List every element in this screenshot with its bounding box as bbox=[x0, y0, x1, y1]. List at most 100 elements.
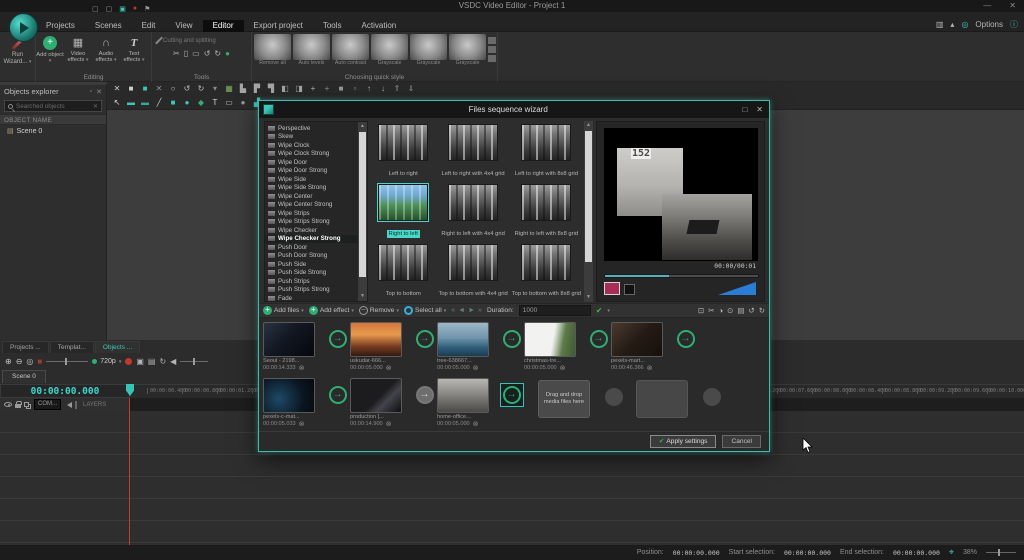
transition-push-side-strong[interactable]: Push Side Strong bbox=[265, 269, 367, 278]
transition-wipe-clock[interactable]: Wipe Clock bbox=[265, 141, 367, 150]
undo-icon[interactable]: ↺ bbox=[180, 82, 194, 96]
move-up-icon[interactable]: ↑ bbox=[362, 82, 376, 96]
line-icon[interactable]: ╱ bbox=[152, 96, 166, 110]
quick-style-grayscale[interactable]: Grayscale bbox=[449, 34, 486, 66]
quick-style-grayscale[interactable]: Grayscale bbox=[371, 34, 408, 66]
transition-arrow-icon[interactable]: → bbox=[416, 330, 434, 348]
apply-duration-icon[interactable]: ✔ bbox=[596, 306, 603, 315]
color-swatch-black[interactable] bbox=[624, 284, 635, 295]
preview-quality-select[interactable]: 720p ▾ bbox=[92, 358, 121, 365]
grid-icon[interactable]: ▦ bbox=[222, 82, 236, 96]
position-icon[interactable]: ⌖ bbox=[949, 547, 954, 558]
remove-clip-icon[interactable]: ⊗ bbox=[647, 364, 653, 372]
media-clip-seoul-2198[interactable]: Seoul - 2198...00:00:14.333⊗ bbox=[263, 322, 325, 372]
quick-style-scroll[interactable] bbox=[488, 34, 496, 66]
play-tool-icon[interactable]: ● bbox=[225, 49, 230, 58]
transition-fade[interactable]: Fade bbox=[265, 294, 367, 302]
speaker-icon[interactable] bbox=[64, 402, 72, 408]
transition-wipe-center[interactable]: Wipe Center bbox=[265, 192, 367, 201]
move-left-icon[interactable]: ◄ bbox=[458, 307, 465, 314]
transition-wipe-door[interactable]: Wipe Door bbox=[265, 158, 367, 167]
dialog-close-button[interactable]: ✕ bbox=[756, 105, 763, 114]
transition-arrow-icon[interactable]: → bbox=[416, 386, 434, 404]
transition-wipe-door-strong[interactable]: Wipe Door Strong bbox=[265, 167, 367, 176]
new-project-icon[interactable]: ▢ bbox=[92, 5, 99, 13]
clear-icon[interactable]: ✕ bbox=[152, 82, 166, 96]
grid-item-left-to-right[interactable]: Left to right bbox=[370, 122, 436, 182]
transition-slot[interactable]: → bbox=[412, 378, 437, 404]
rectangle-icon[interactable]: ■ bbox=[166, 96, 180, 110]
transition-wipe-checker[interactable]: Wipe Checker bbox=[265, 226, 367, 235]
crop-icon[interactable]: ⊡ bbox=[698, 306, 704, 315]
video-effects-button[interactable]: ▦Video effects ▾ bbox=[64, 35, 92, 64]
transition-arrow-icon[interactable]: → bbox=[503, 330, 521, 348]
transition-push-strips[interactable]: Push Strips bbox=[265, 277, 367, 286]
delete-icon[interactable]: ✕ bbox=[110, 82, 124, 96]
scrollbar-thumb[interactable] bbox=[585, 131, 592, 262]
transition-slot[interactable]: → bbox=[325, 378, 350, 404]
text-tool-icon[interactable]: T bbox=[208, 96, 222, 110]
save-icon[interactable]: ▣ bbox=[119, 5, 126, 13]
crop-tool-icon[interactable]: ▭ bbox=[192, 49, 200, 58]
rotate-ccw-tool-icon[interactable]: ↺ bbox=[204, 49, 211, 58]
circle-tool-icon[interactable]: ○ bbox=[166, 82, 180, 96]
quick-style-auto-contrast[interactable]: Auto contrast bbox=[332, 34, 369, 66]
info-icon[interactable]: ⓘ bbox=[1010, 19, 1018, 30]
align-bottom-icon[interactable]: ▜ bbox=[264, 82, 278, 96]
subtitles-icon[interactable]: ▭ bbox=[222, 96, 236, 110]
rotate-cw-icon[interactable]: ↻ bbox=[759, 306, 765, 315]
duration-input[interactable] bbox=[519, 305, 591, 316]
open-project-icon[interactable]: ▢ bbox=[106, 5, 113, 13]
transition-arrow-icon[interactable]: → bbox=[590, 330, 608, 348]
center-v-icon[interactable]: + bbox=[320, 82, 334, 96]
media-clip-home-office[interactable]: home-office...00:00:05.000⊗ bbox=[437, 378, 499, 428]
transition-slot[interactable]: → bbox=[499, 322, 524, 348]
remove-clip-icon[interactable]: ⊗ bbox=[386, 420, 392, 428]
zoom-fit-icon[interactable]: ◎ bbox=[26, 357, 33, 366]
move-first-icon[interactable]: « bbox=[451, 307, 455, 314]
preview-progress-bar[interactable] bbox=[604, 274, 759, 278]
counter-icon[interactable]: ● bbox=[236, 96, 250, 110]
transition-arrow-icon[interactable]: → bbox=[329, 386, 347, 404]
menu-activation[interactable]: Activation bbox=[352, 20, 407, 32]
drop-icon[interactable]: ⊙ bbox=[727, 306, 733, 315]
remove-clip-icon[interactable]: ⊗ bbox=[473, 420, 479, 428]
size-alt-icon[interactable]: ▫ bbox=[348, 82, 362, 96]
move-last-icon[interactable]: » bbox=[478, 307, 482, 314]
rotate-cw-tool-icon[interactable]: ↻ bbox=[214, 49, 221, 58]
media-clip-production[interactable]: production [...00:00:14.900⊗ bbox=[350, 378, 412, 428]
transition-push-door-strong[interactable]: Push Door Strong bbox=[265, 252, 367, 261]
menu-edit[interactable]: Edit bbox=[132, 20, 166, 32]
volume-slider[interactable] bbox=[180, 361, 208, 362]
grid-item-right-to-left-with-4x4-grid[interactable]: Right to left with 4x4 grid bbox=[436, 182, 509, 242]
com-chip[interactable]: COM... bbox=[34, 399, 61, 410]
zoom-slider[interactable] bbox=[986, 552, 1016, 553]
distribute-v-icon[interactable]: ◨ bbox=[292, 82, 306, 96]
close-button[interactable]: ✕ bbox=[1009, 0, 1016, 12]
menu-view[interactable]: View bbox=[165, 20, 202, 32]
transition-slot[interactable]: → bbox=[586, 322, 611, 348]
align-left-icon[interactable]: ▙ bbox=[236, 82, 250, 96]
transition-wipe-checker-strong[interactable]: Wipe Checker Strong bbox=[265, 235, 367, 244]
polygon-icon[interactable]: ◆ bbox=[194, 96, 208, 110]
grid-item-top-to-bottom[interactable]: Top to bottom bbox=[370, 242, 436, 302]
pointer-icon[interactable]: ↖ bbox=[110, 96, 124, 110]
distribute-h-icon[interactable]: ◧ bbox=[278, 82, 292, 96]
rect-select-icon[interactable]: ▬ bbox=[124, 96, 138, 110]
transition-slot[interactable]: → bbox=[412, 322, 437, 348]
minimize-button[interactable]: — bbox=[983, 0, 991, 12]
grid-item-right-to-left[interactable]: Right to left bbox=[370, 182, 436, 242]
align-top-icon[interactable]: ▛ bbox=[250, 82, 264, 96]
media-clip-uskudar-666[interactable]: uskudar-666...00:00:05.000⊗ bbox=[350, 322, 412, 372]
transition-wipe-center-strong[interactable]: Wipe Center Strong bbox=[265, 201, 367, 210]
bring-front-icon[interactable]: ⇑ bbox=[390, 82, 404, 96]
more-icon[interactable]: ▾ bbox=[208, 82, 222, 96]
collapse-ribbon-icon[interactable]: ▴ bbox=[950, 20, 954, 29]
grid-item-top-to-bottom-with-8x8-grid[interactable]: Top to bottom with 8x8 grid bbox=[510, 242, 583, 302]
zoom-in-icon[interactable]: ⊕ bbox=[5, 357, 12, 366]
select-all-button[interactable]: Select all ▾ bbox=[404, 306, 446, 315]
grid-item-top-to-bottom-with-4x4-grid[interactable]: Top to bottom with 4x4 grid bbox=[436, 242, 509, 302]
transition-wipe-strips[interactable]: Wipe Strips bbox=[265, 209, 367, 218]
options-button[interactable]: Options bbox=[975, 20, 1003, 29]
quick-style-auto-levels[interactable]: Auto levels bbox=[293, 34, 330, 66]
